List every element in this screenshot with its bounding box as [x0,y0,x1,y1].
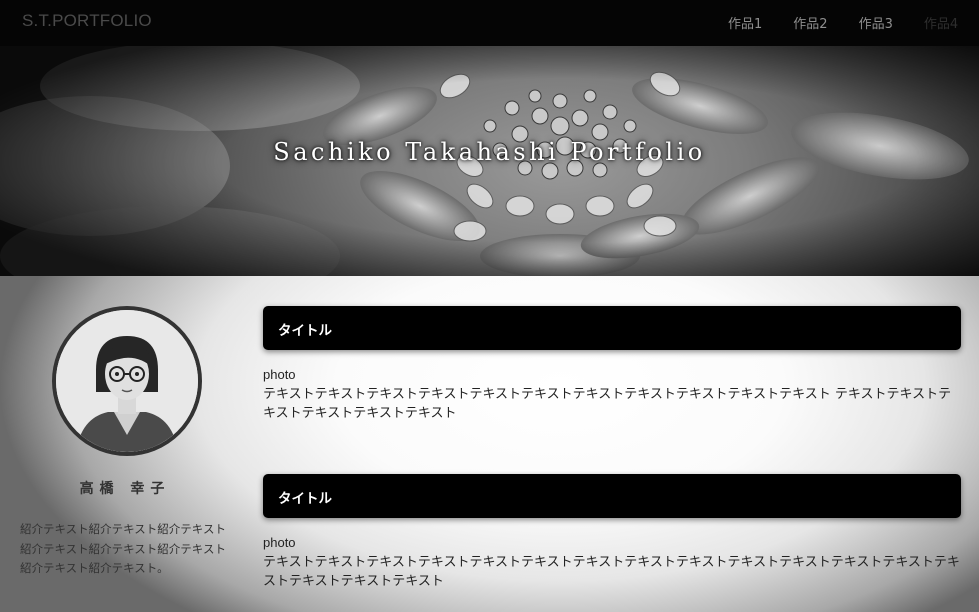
section-title: タイトル [278,323,332,339]
section-body-text: テキストテキストテキストテキストテキストテキストテキストテキストテキストテキスト… [263,555,960,589]
section-title: タイトル [278,491,332,507]
avatar [52,306,202,456]
section-title-bar: タイトル [263,474,961,518]
nav-menu: 作品1 作品2 作品3 作品4 [728,13,958,32]
section-title-bar: タイトル [263,306,961,350]
brand-logo[interactable]: S.T.PORTFOLIO [22,11,152,31]
photo-label: photo [263,367,296,382]
profile-name: 高橋 幸子 [79,481,171,497]
nav-item-work3[interactable]: 作品3 [859,13,893,32]
nav-item-work4[interactable]: 作品4 [924,13,958,32]
nav-item-work1[interactable]: 作品1 [728,13,762,32]
section-body-text: テキストテキストテキストテキストテキストテキストテキストテキストテキストテキスト… [263,387,952,421]
hero-banner: Sachiko Takahashi Portfolio [0,46,979,276]
main-content: 高橋 幸子 紹介テキスト紹介テキスト紹介テキスト紹介テキスト紹介テキスト紹介テキ… [0,276,979,612]
nav-item-work2[interactable]: 作品2 [793,13,827,32]
photo-label: photo [263,535,296,550]
navbar: S.T.PORTFOLIO 作品1 作品2 作品3 作品4 [0,0,979,46]
portrait-illustration-icon [56,310,198,452]
profile-bio: 紹介テキスト紹介テキスト紹介テキスト紹介テキスト紹介テキスト紹介テキスト紹介テキ… [20,522,226,575]
hero-title: Sachiko Takahashi Portfolio [273,138,706,166]
